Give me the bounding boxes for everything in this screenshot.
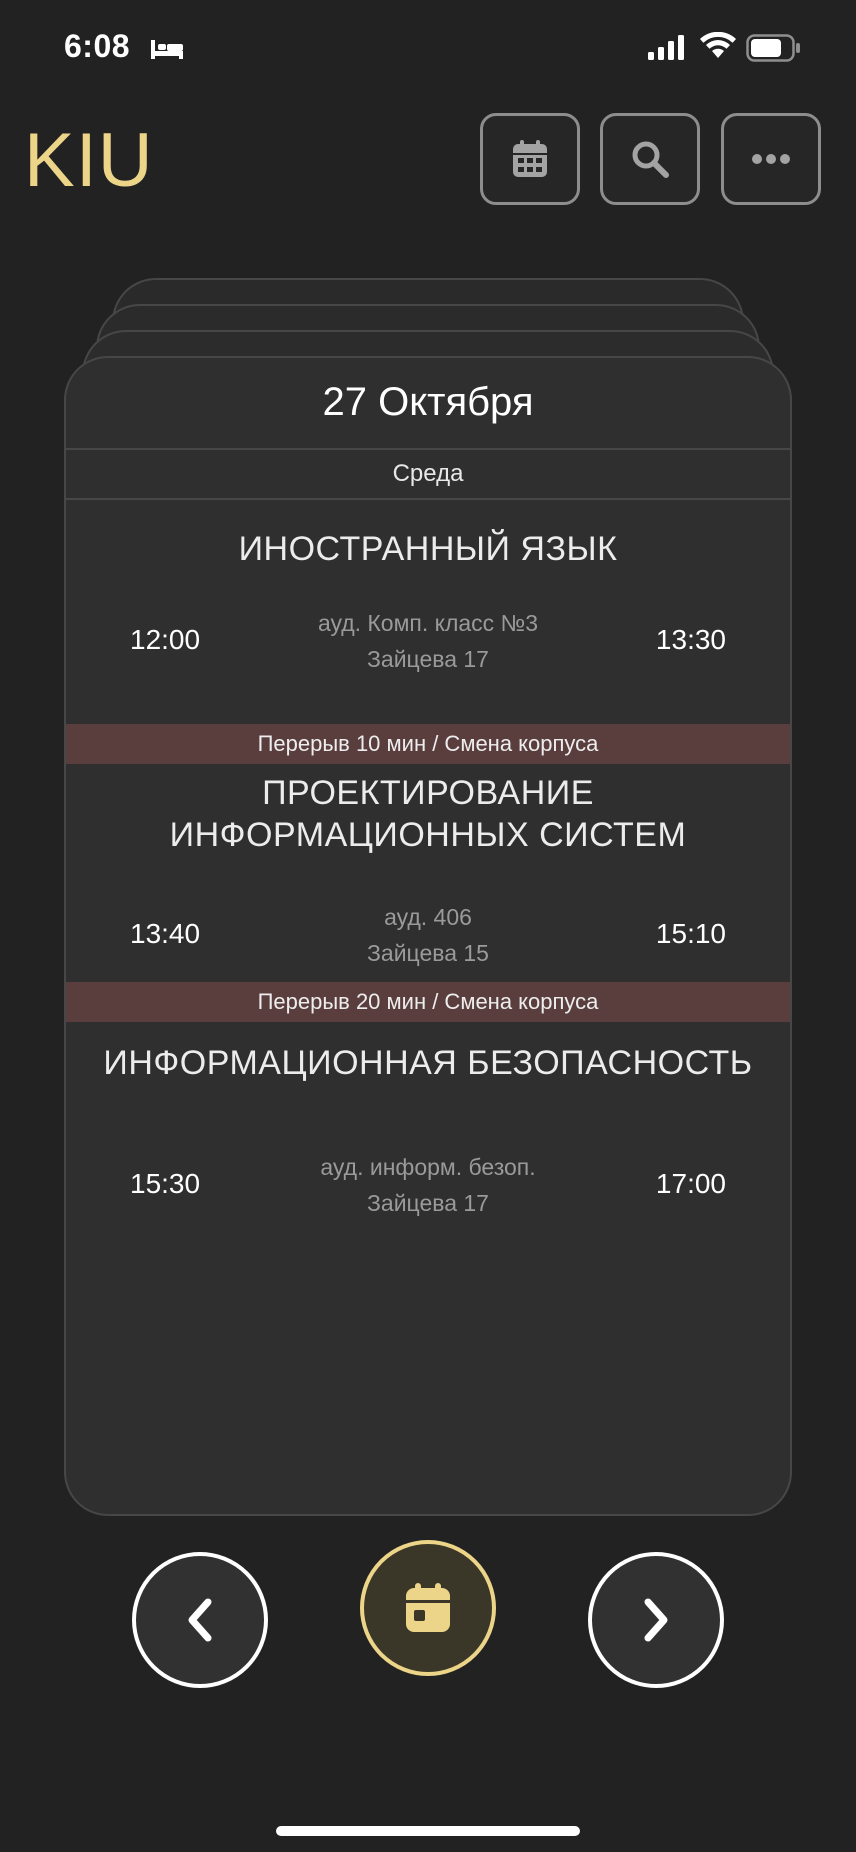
lesson-end-time: 17:00 (655, 1168, 726, 1199)
break-bar: Перерыв 10 мин / Смена корпуса (66, 724, 790, 764)
calendar-icon (513, 140, 547, 177)
chevron-left-icon (188, 1598, 212, 1642)
more-button[interactable] (721, 113, 821, 205)
previous-day-button[interactable] (132, 1552, 268, 1688)
search-icon (632, 141, 669, 178)
card-weekday: Среда (66, 448, 790, 500)
more-icon (752, 154, 790, 164)
day-schedule-card[interactable]: 27 Октября Среда ИНОСТРАННЫЙ ЯЗЫК 12:00 … (64, 356, 792, 1516)
chevron-right-icon (644, 1598, 668, 1642)
calendar-button[interactable] (480, 113, 580, 205)
home-indicator[interactable] (276, 1826, 580, 1836)
lesson-end-time: 13:30 (655, 624, 726, 655)
lesson-title: ИНОСТРАННЫЙ ЯЗЫК (238, 530, 618, 568)
app-logo: KIU (24, 118, 154, 203)
next-day-button[interactable] (588, 1552, 724, 1688)
sleep-focus-icon (151, 40, 183, 59)
status-bar: 6:08 (0, 0, 856, 100)
lesson-item[interactable]: ИНОСТРАННЫЙ ЯЗЫК 12:00 ауд. Комп. класс … (66, 500, 790, 716)
lesson-item[interactable]: ПРОЕКТИРОВАНИЕ ИНФОРМАЦИОННЫХ СИСТЕМ 13:… (66, 764, 790, 982)
search-button[interactable] (600, 113, 700, 205)
today-button[interactable] (360, 1540, 496, 1676)
card-date: 27 Октября (322, 380, 534, 424)
lesson-title: ИНФОРМАЦИОННАЯ БЕЗОПАСНОСТЬ (103, 1044, 753, 1082)
lesson-title: ПРОЕКТИРОВАНИЕ ИНФОРМАЦИОННЫХ СИСТЕМ (169, 774, 687, 854)
calendar-today-icon (406, 1583, 450, 1632)
lesson-end-time: 15:10 (655, 918, 726, 949)
wifi-icon (700, 32, 736, 58)
lesson-item[interactable]: ИНФОРМАЦИОННАЯ БЕЗОПАСНОСТЬ 15:30 ауд. и… (66, 1022, 790, 1262)
cellular-signal-icon (648, 35, 684, 60)
status-time: 6:08 (64, 28, 131, 64)
battery-icon (746, 34, 800, 62)
break-bar: Перерыв 20 мин / Смена корпуса (66, 982, 790, 1022)
